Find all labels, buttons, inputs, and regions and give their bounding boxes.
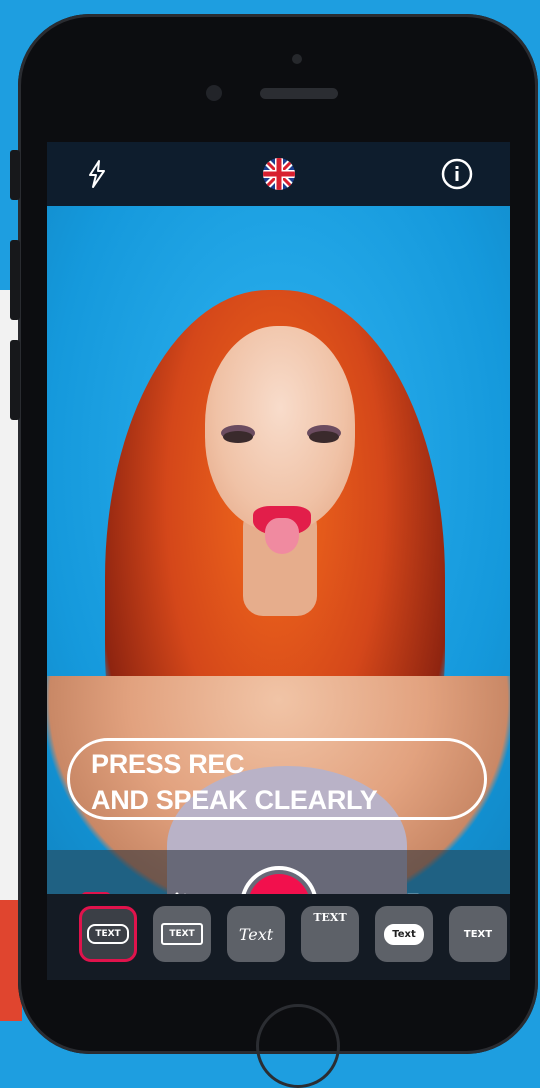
mute-switch xyxy=(10,150,20,200)
text-style-label: Text xyxy=(384,923,424,945)
app-screen: PRESS REC AND SPEAK CLEARLY TEXT TEXT Te… xyxy=(47,142,510,980)
text-style-label: Text xyxy=(238,924,274,944)
caption-text: PRESS REC AND SPEAK CLEARLY xyxy=(91,746,451,818)
subject-tongue xyxy=(265,518,299,554)
text-style-label: TEXT xyxy=(161,923,203,945)
text-style-label: TEXT xyxy=(87,924,129,944)
subject-face xyxy=(205,326,355,531)
uk-flag-icon[interactable] xyxy=(261,156,297,192)
subject-eye-right xyxy=(309,431,339,443)
flash-icon[interactable] xyxy=(79,156,115,192)
text-style-filled[interactable]: Text xyxy=(375,906,433,962)
earpiece-speaker xyxy=(260,88,338,99)
proximity-sensor xyxy=(292,54,302,64)
volume-down-button xyxy=(10,340,20,420)
info-icon[interactable] xyxy=(439,156,475,192)
text-style-box[interactable]: TEXT xyxy=(153,906,211,962)
volume-up-button xyxy=(10,240,20,320)
caption-line-2: AND SPEAK CLEARLY xyxy=(91,785,378,815)
home-button[interactable] xyxy=(256,1004,340,1088)
text-style-bubble[interactable]: TEXT xyxy=(79,906,137,962)
camera-viewfinder: PRESS REC AND SPEAK CLEARLY xyxy=(47,206,510,926)
text-style-plain[interactable]: TEXT xyxy=(449,906,507,962)
front-camera-lens xyxy=(206,85,222,101)
text-style-strip: TEXT TEXT Text TEXT Text TEXT xyxy=(47,894,510,980)
text-style-label: TEXT xyxy=(463,928,493,940)
text-style-top[interactable]: TEXT xyxy=(301,906,359,962)
text-style-script[interactable]: Text xyxy=(227,906,285,962)
subject-eye-left xyxy=(223,431,253,443)
caption-line-1: PRESS REC xyxy=(91,749,245,779)
top-bar xyxy=(47,142,510,206)
text-style-label: TEXT xyxy=(313,911,347,924)
